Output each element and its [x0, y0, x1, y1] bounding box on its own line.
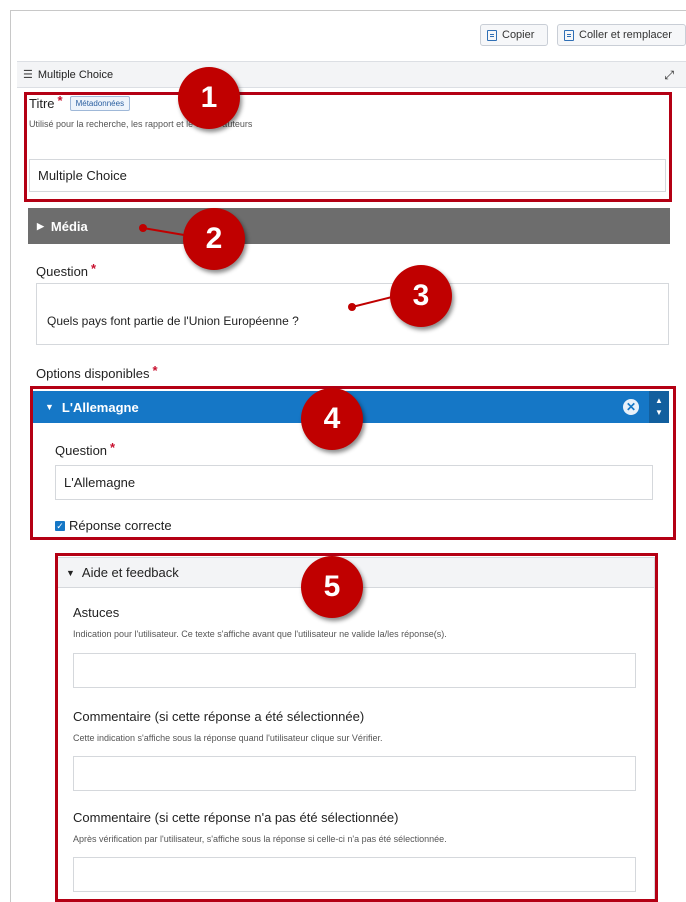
media-label: Média — [50, 218, 88, 234]
media-section-toggle[interactable]: ▶ Média — [28, 208, 670, 244]
annotation-badge-5: 5 — [301, 556, 363, 618]
copy-icon — [487, 29, 497, 41]
annotation-pointer-2 — [139, 224, 147, 232]
paste-icon — [564, 29, 574, 41]
annotation-pointer-3 — [348, 303, 356, 311]
highlight-box-title — [24, 92, 672, 202]
question-label: Question — [36, 264, 89, 279]
copy-button[interactable]: Copier — [480, 24, 548, 46]
question-input[interactable]: Quels pays font partie de l'Union Europé… — [36, 283, 669, 345]
widget-header: ☰ Multiple Choice ⤢ — [17, 61, 686, 88]
options-label-row: Options disponibles * — [36, 363, 158, 381]
question-label-row: Question * — [36, 261, 97, 279]
caret-right-icon: ▶ — [37, 220, 44, 231]
required-mark: * — [91, 261, 97, 276]
paste-replace-button[interactable]: Coller et remplacer — [557, 24, 686, 46]
annotation-badge-4: 4 — [301, 388, 363, 450]
options-label: Options disponibles — [36, 366, 150, 381]
required-mark: * — [152, 363, 158, 378]
list-icon: ☰ — [23, 69, 33, 81]
annotation-badge-2: 2 — [183, 208, 245, 270]
annotation-badge-1: 1 — [178, 67, 240, 129]
expand-icon[interactable]: ⤢ — [664, 68, 674, 83]
widget-title: Multiple Choice — [37, 68, 114, 81]
paste-label: Coller et remplacer — [579, 29, 672, 41]
copy-label: Copier — [502, 29, 535, 41]
annotation-badge-3: 3 — [390, 265, 452, 327]
